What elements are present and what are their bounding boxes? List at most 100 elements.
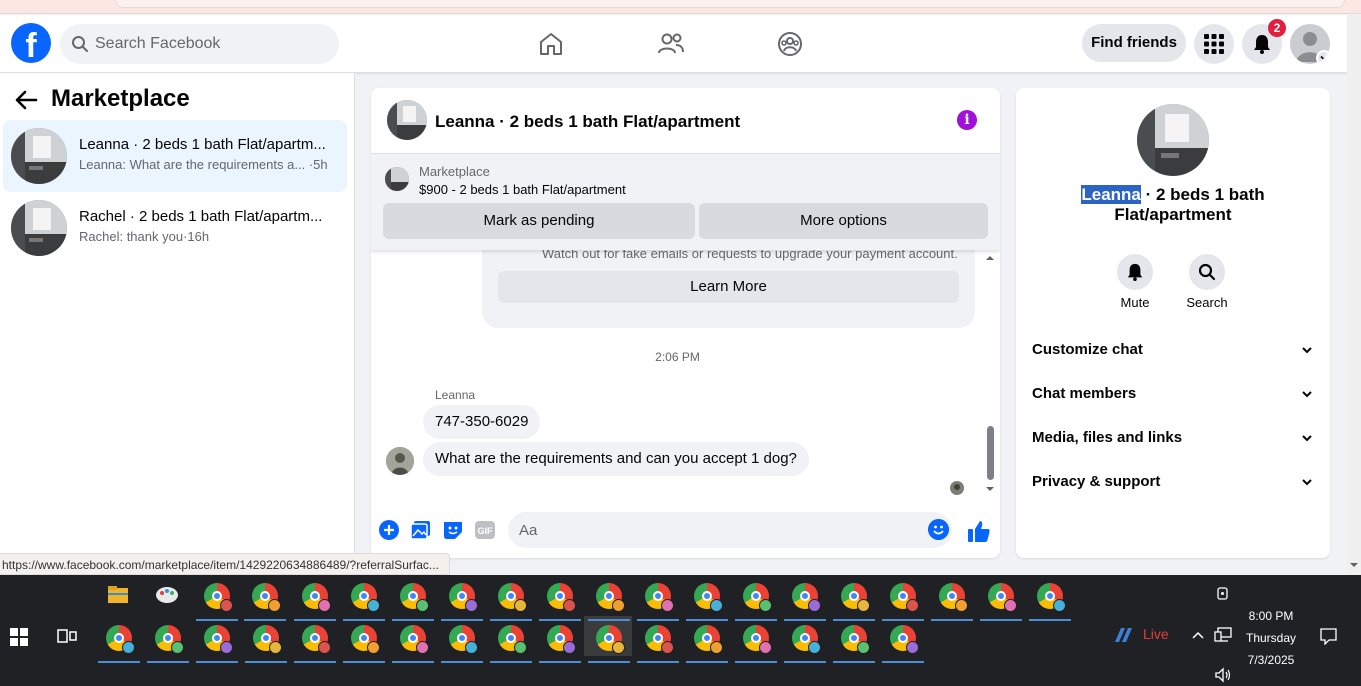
scrollbar-thumb[interactable] xyxy=(987,426,994,480)
message-scrollbar[interactable] xyxy=(983,250,997,496)
plus-circle-icon[interactable] xyxy=(378,519,400,541)
chrome-window-icon[interactable] xyxy=(204,583,233,612)
mark-as-pending-button[interactable]: Mark as pending xyxy=(383,203,695,239)
paint-app-icon[interactable] xyxy=(155,584,179,606)
file-explorer-icon[interactable] xyxy=(107,585,129,605)
gif-icon[interactable]: GIF xyxy=(474,519,496,541)
scroll-down-icon[interactable] xyxy=(983,484,997,494)
chat-title[interactable]: Leanna · 2 beds 1 bath Flat/apartment xyxy=(435,112,740,132)
network-icon[interactable] xyxy=(1214,627,1232,643)
chrome-window-icon[interactable] xyxy=(841,583,870,612)
search-conversation-button[interactable]: Search xyxy=(1177,254,1237,310)
windows-start-icon[interactable] xyxy=(10,628,28,646)
chrome-window-icon[interactable] xyxy=(449,583,478,612)
chrome-window-icon[interactable] xyxy=(253,625,282,654)
section-media-files-links[interactable]: Media, files and links xyxy=(1032,422,1314,454)
chevron-down-icon[interactable] xyxy=(1316,50,1330,64)
mute-button[interactable]: Mute xyxy=(1105,254,1165,310)
chrome-window-icon[interactable] xyxy=(204,625,233,654)
chrome-window-icon[interactable] xyxy=(694,625,723,654)
chrome-window-icon[interactable] xyxy=(498,583,527,612)
chrome-window-icon[interactable] xyxy=(939,583,968,612)
chrome-window-icon[interactable] xyxy=(792,625,821,654)
chrome-window-icon[interactable] xyxy=(743,625,772,654)
home-icon[interactable] xyxy=(536,29,566,59)
facebook-logo[interactable]: f xyxy=(11,23,51,63)
back-arrow-icon[interactable] xyxy=(14,89,38,116)
live-widget[interactable]: Live xyxy=(1113,626,1169,644)
account-avatar[interactable] xyxy=(1290,24,1330,64)
task-view-icon[interactable] xyxy=(57,626,77,646)
chrome-window-icon[interactable] xyxy=(498,625,527,654)
chrome-core xyxy=(947,591,957,601)
conversation-leanna[interactable]: Leanna · 2 beds 1 bath Flat/apartm... Le… xyxy=(3,120,347,192)
chevron-down-icon xyxy=(1302,391,1312,398)
profile-badge xyxy=(268,599,281,612)
chrome-window-icon[interactable] xyxy=(155,625,184,654)
friends-icon[interactable] xyxy=(656,29,686,59)
chevron-up-icon[interactable] xyxy=(1191,629,1205,641)
taskbar: Live 8:00 PM Thursday 7/3/2025 xyxy=(0,575,1361,686)
chrome-window-icon[interactable] xyxy=(547,625,576,654)
search-input[interactable] xyxy=(95,24,330,64)
chrome-window-icon[interactable] xyxy=(449,625,478,654)
profile-badge xyxy=(612,641,625,654)
chrome-window-icon[interactable] xyxy=(351,625,380,654)
scroll-up-icon[interactable] xyxy=(983,253,997,263)
more-options-button[interactable]: More options xyxy=(699,203,988,239)
search-circle[interactable] xyxy=(1189,254,1225,290)
notification-center-icon[interactable] xyxy=(1320,628,1337,645)
page-scrollbar[interactable] xyxy=(1347,15,1361,575)
chrome-window-icon[interactable] xyxy=(252,583,281,612)
listing-photo[interactable] xyxy=(1137,104,1209,176)
chrome-window-icon[interactable] xyxy=(841,625,870,654)
system-clock[interactable]: 8:00 PM Thursday 7/3/2025 xyxy=(1236,605,1306,671)
chrome-window-icon[interactable] xyxy=(890,625,919,654)
chrome-window-icon[interactable] xyxy=(792,583,821,612)
profile-badge xyxy=(759,599,772,612)
chrome-window-icon[interactable] xyxy=(890,583,919,612)
chrome-window-icon[interactable] xyxy=(302,583,331,612)
chrome-window-icon[interactable] xyxy=(596,583,625,612)
chrome-window-icon[interactable] xyxy=(400,583,429,612)
chrome-window-icon[interactable] xyxy=(547,583,576,612)
volume-icon[interactable] xyxy=(1214,667,1232,683)
chrome-window-icon[interactable] xyxy=(596,625,625,654)
chat-thumbnail[interactable] xyxy=(387,100,427,140)
listing-price-title[interactable]: $900 - 2 beds 1 bath Flat/apartment xyxy=(419,182,626,197)
conversation-rachel[interactable]: Rachel · 2 beds 1 bath Flat/apartm... Ra… xyxy=(3,192,347,264)
learn-more-button[interactable]: Learn More xyxy=(498,271,959,303)
emoji-icon[interactable] xyxy=(928,519,949,540)
chrome-window-icon[interactable] xyxy=(351,583,380,612)
mute-circle[interactable] xyxy=(1117,254,1153,290)
photo-icon[interactable] xyxy=(410,519,432,541)
message-bubble[interactable]: 747-350-6029 xyxy=(423,405,541,439)
running-indicator xyxy=(784,661,826,663)
chrome-window-icon[interactable] xyxy=(743,583,772,612)
section-chat-members[interactable]: Chat members xyxy=(1032,378,1314,410)
scroll-down-icon[interactable] xyxy=(1347,560,1361,570)
chrome-window-icon[interactable] xyxy=(106,625,135,654)
chrome-window-icon[interactable] xyxy=(400,625,429,654)
message-input[interactable] xyxy=(519,512,919,548)
section-privacy-support[interactable]: Privacy & support xyxy=(1032,466,1314,498)
search-box[interactable] xyxy=(60,24,339,64)
sticker-icon[interactable] xyxy=(442,519,464,541)
thumbs-up-icon[interactable] xyxy=(967,519,991,543)
sender-avatar[interactable] xyxy=(386,447,414,475)
find-friends-button[interactable]: Find friends xyxy=(1082,24,1186,62)
info-icon[interactable]: i xyxy=(957,110,977,130)
message-bubble[interactable]: What are the requirements and can you ac… xyxy=(423,442,809,476)
chrome-window-icon[interactable] xyxy=(645,583,674,612)
page-title: Marketplace xyxy=(51,85,190,112)
chrome-window-icon[interactable] xyxy=(1037,583,1066,612)
message-input-box[interactable] xyxy=(508,512,952,548)
chrome-window-icon[interactable] xyxy=(988,583,1017,612)
section-customize-chat[interactable]: Customize chat xyxy=(1032,334,1314,366)
chrome-window-icon[interactable] xyxy=(694,583,723,612)
chrome-window-icon[interactable] xyxy=(302,625,331,654)
meet-now-icon[interactable] xyxy=(1216,587,1230,605)
menu-grid-button[interactable] xyxy=(1194,24,1234,64)
chrome-window-icon[interactable] xyxy=(645,625,674,654)
groups-icon[interactable] xyxy=(775,29,805,59)
